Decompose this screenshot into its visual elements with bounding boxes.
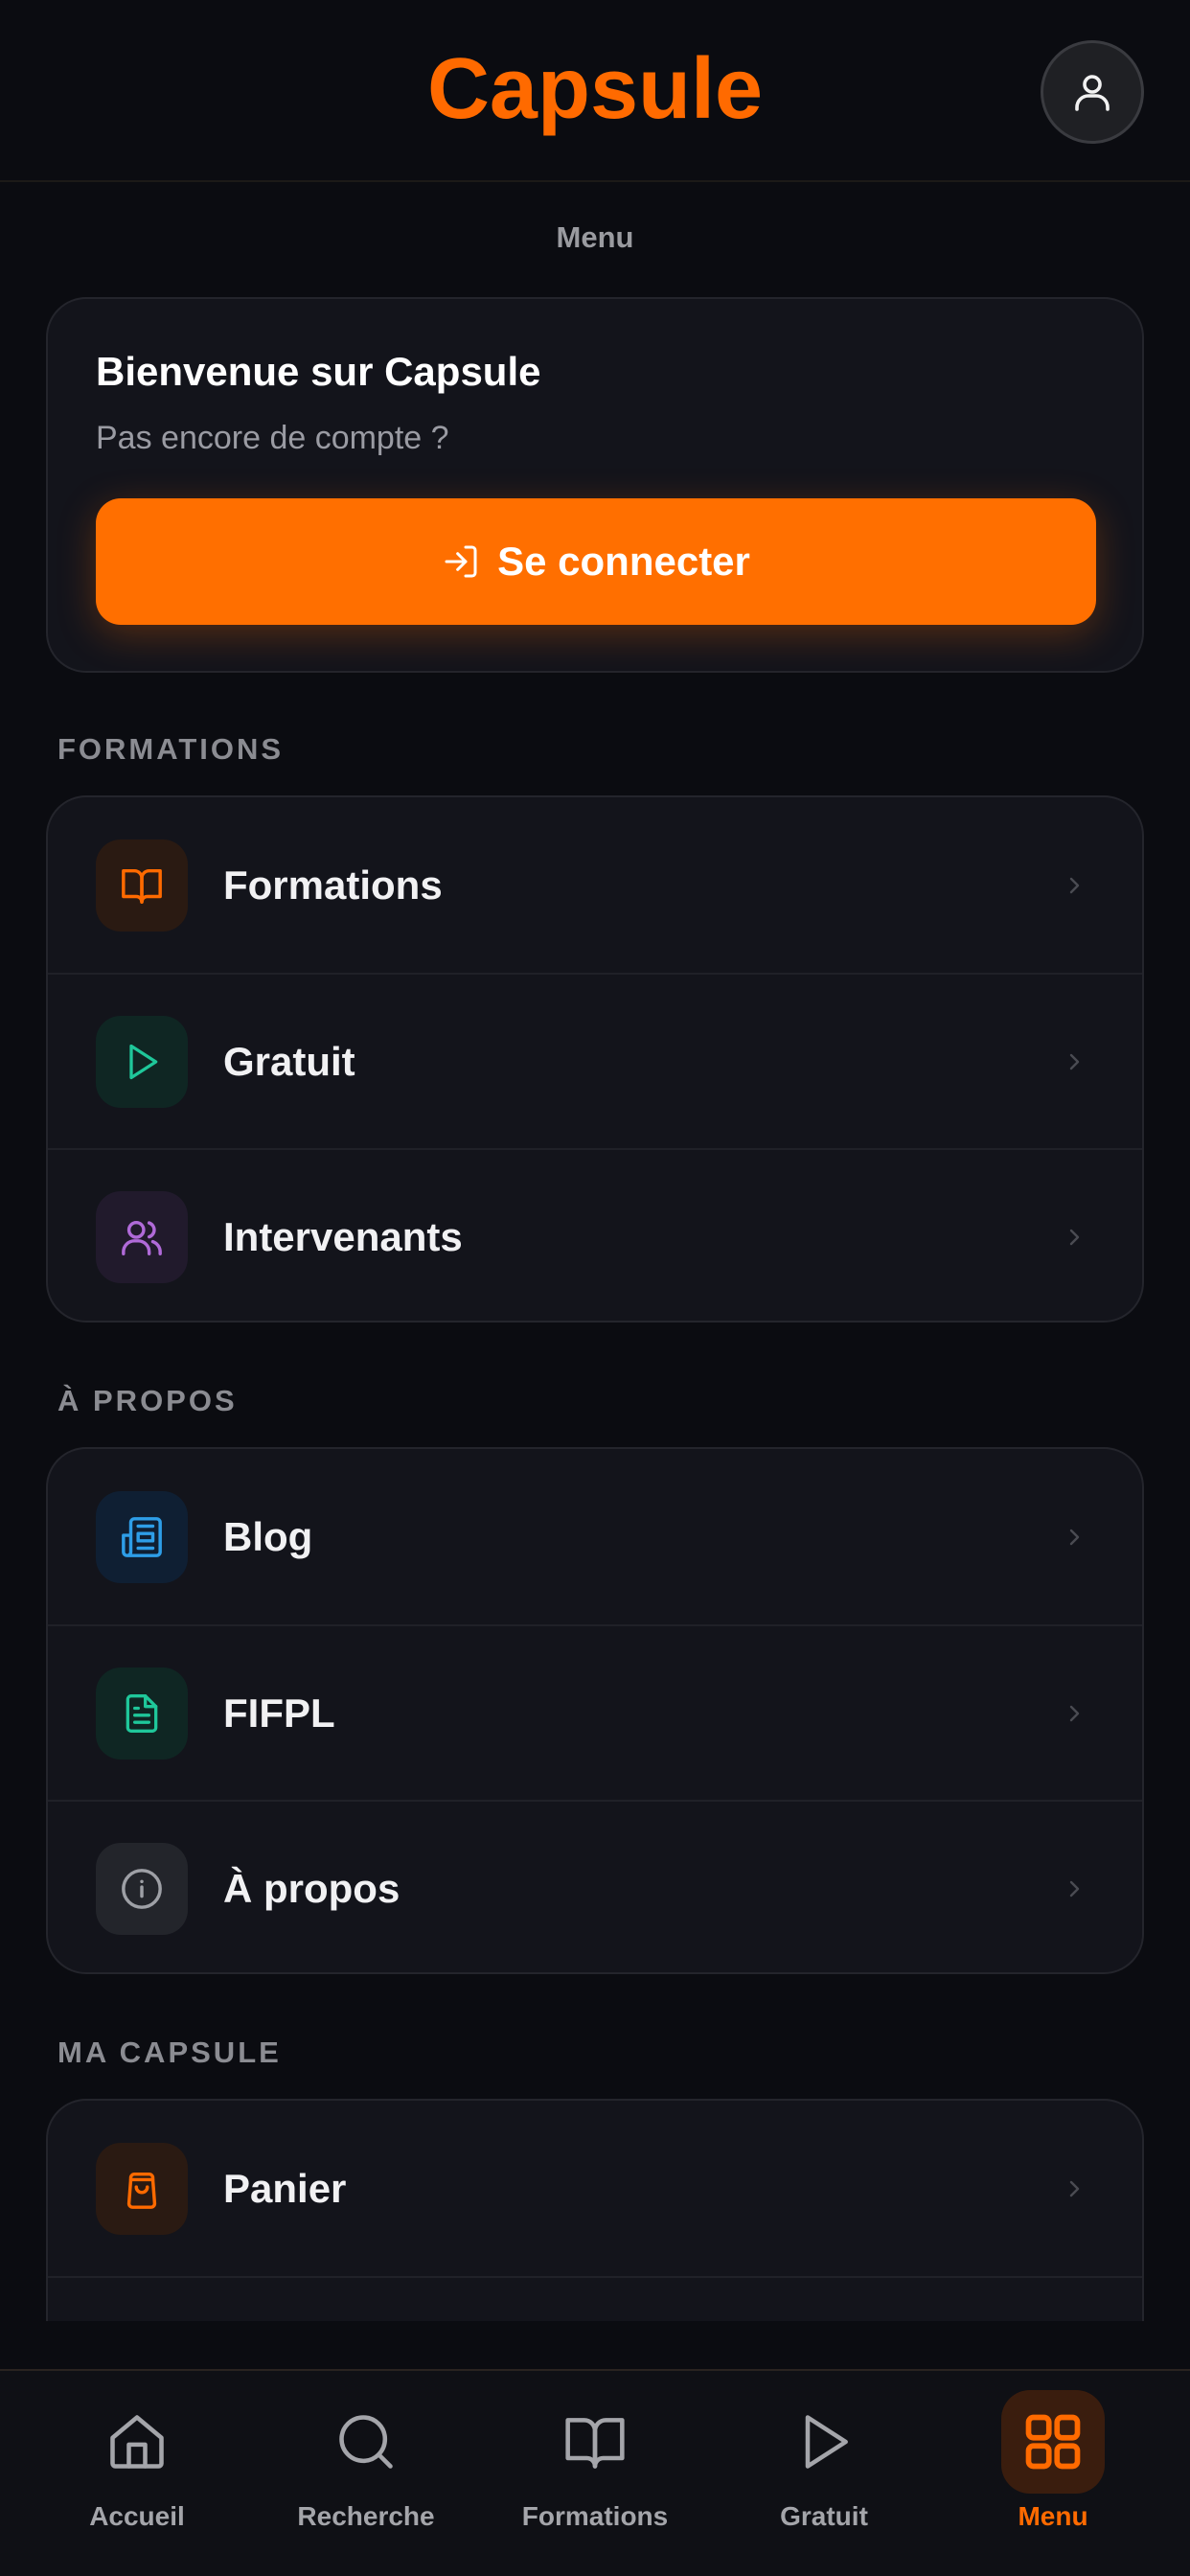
welcome-title: Bienvenue sur Capsule	[96, 349, 541, 394]
search-icon	[314, 2390, 418, 2494]
nav-menu[interactable]: Menu	[957, 2390, 1149, 2543]
book-open-icon	[543, 2390, 647, 2494]
account-button[interactable]	[1041, 40, 1144, 144]
menu-item-gratuit[interactable]: Gratuit	[48, 973, 1142, 1148]
menu-item-label: Gratuit	[223, 1038, 355, 1084]
menu-item-panier[interactable]: Panier	[48, 2101, 1142, 2276]
nav-label: Formations	[521, 2501, 669, 2531]
chevron-right-icon	[1060, 2174, 1088, 2203]
grid-icon	[1001, 2390, 1105, 2494]
ma-capsule-card: Panier	[46, 2099, 1144, 2321]
nav-recherche[interactable]: Recherche	[270, 2390, 462, 2543]
book-open-icon	[96, 839, 188, 932]
menu-item-label: FIFPL	[223, 1690, 335, 1736]
welcome-subtitle: Pas encore de compte ?	[96, 420, 449, 456]
nav-gratuit[interactable]: Gratuit	[728, 2390, 920, 2543]
formations-card: Formations Gratuit Intervenants	[46, 795, 1144, 1322]
menu-item-intervenants[interactable]: Intervenants	[48, 1148, 1142, 1323]
newspaper-icon	[96, 1490, 188, 1583]
menu-item-fifpl[interactable]: FIFPL	[48, 1624, 1142, 1800]
nav-label: Recherche	[297, 2501, 435, 2531]
chevron-right-icon	[1060, 1223, 1088, 1252]
menu-scroll-area[interactable]: Bienvenue sur Capsule Pas encore de comp…	[0, 184, 1190, 2321]
nav-formations[interactable]: Formations	[499, 2390, 691, 2543]
menu-item-label: Blog	[223, 1513, 313, 1559]
section-title-ma-capsule: MA CAPSULE	[57, 2036, 282, 2069]
shopping-bag-icon	[96, 2142, 188, 2235]
play-icon	[96, 1015, 188, 1108]
menu-item-label: À propos	[223, 1865, 400, 1911]
nav-label: Accueil	[89, 2501, 185, 2531]
chevron-right-icon	[1060, 1523, 1088, 1552]
menu-item-a-propos[interactable]: À propos	[48, 1800, 1142, 1975]
apropos-card: Blog FIFPL À propos	[46, 1447, 1144, 1974]
menu-item-formations[interactable]: Formations	[48, 797, 1142, 973]
section-title-formations: FORMATIONS	[57, 732, 285, 766]
user-icon	[1075, 75, 1110, 111]
menu-item-blog[interactable]: Blog	[48, 1449, 1142, 1624]
chevron-right-icon	[1060, 1047, 1088, 1076]
home-icon	[85, 2390, 189, 2494]
play-icon	[772, 2390, 876, 2494]
menu-item-partial[interactable]	[48, 2276, 1142, 2321]
app-header: Capsule	[0, 0, 1190, 182]
menu-item-label: Formations	[223, 862, 443, 908]
file-text-icon	[96, 1667, 188, 1760]
login-button[interactable]: Se connecter	[96, 498, 1096, 625]
menu-item-label: Intervenants	[223, 1213, 463, 1259]
info-icon	[96, 1842, 188, 1935]
nav-label: Gratuit	[780, 2501, 868, 2531]
chevron-right-icon	[1060, 1699, 1088, 1728]
nav-label: Menu	[1018, 2501, 1088, 2531]
welcome-card: Bienvenue sur Capsule Pas encore de comp…	[46, 297, 1144, 673]
users-icon	[96, 1190, 188, 1283]
nav-accueil[interactable]: Accueil	[41, 2390, 233, 2543]
login-icon	[445, 545, 477, 578]
login-button-label: Se connecter	[497, 539, 750, 584]
chevron-right-icon	[1060, 1874, 1088, 1903]
bottom-nav: Accueil Recherche Formations Gratuit Men…	[0, 2369, 1190, 2576]
chevron-right-icon	[1060, 871, 1088, 900]
menu-item-label: Panier	[223, 2165, 347, 2211]
section-title-apropos: À PROPOS	[57, 1384, 238, 1417]
brand-logo[interactable]: Capsule	[0, 40, 1190, 139]
